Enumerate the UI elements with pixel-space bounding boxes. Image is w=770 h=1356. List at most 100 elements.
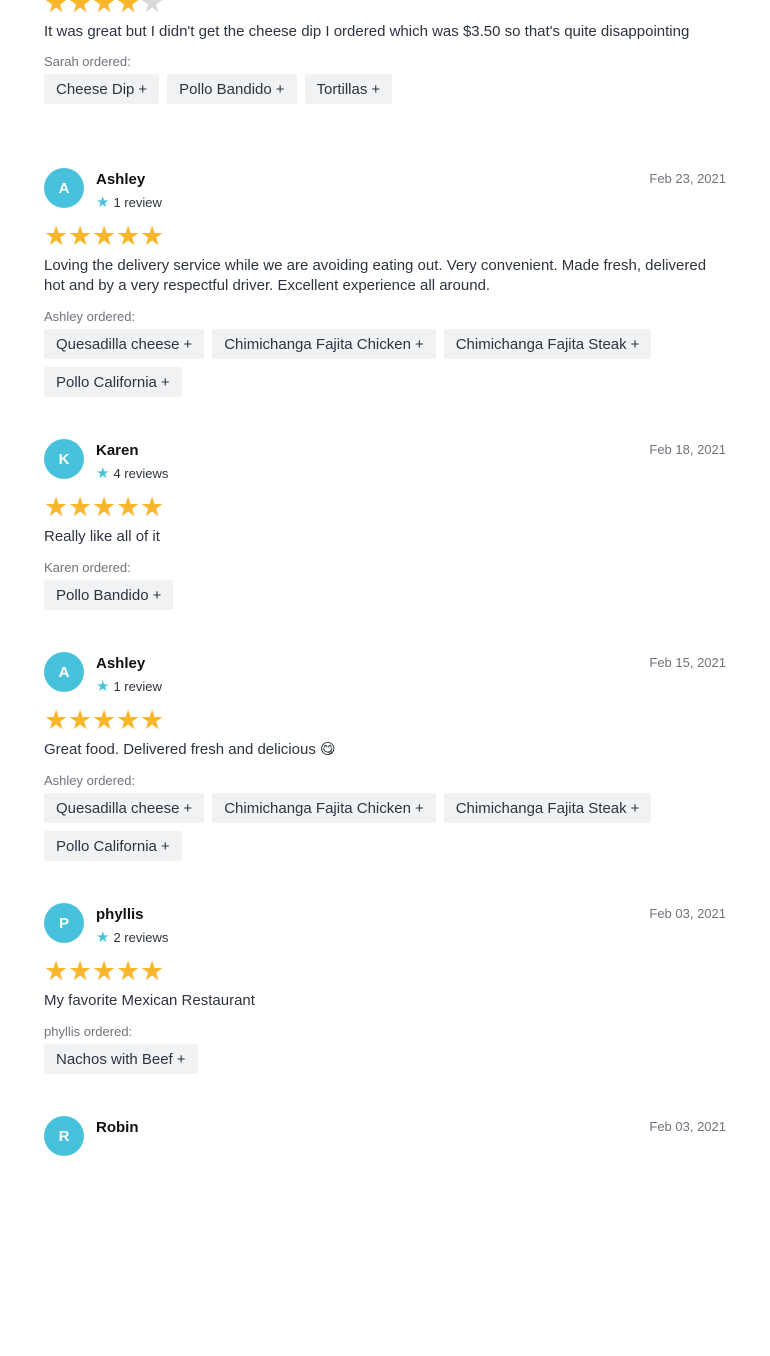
ordered-label: Ashley ordered: [44,773,136,788]
star-icon: ★ [140,0,165,18]
ordered-label: Karen ordered: [44,560,131,575]
add-item-chip[interactable]: Tortillas + [304,74,393,104]
add-item-chip[interactable]: Pollo California + [44,831,182,861]
review-count-text: 4 reviews [113,466,169,481]
plus-icon: + [183,335,193,353]
review-count: ★ 1 review [96,195,162,210]
add-item-chip[interactable]: Chimichanga Fajita Steak + [443,793,652,823]
star-icon: ★ [96,929,110,946]
plus-icon: + [371,80,381,98]
item-label: Pollo California [56,837,157,855]
star-icon: ★ [116,956,141,986]
plus-icon: + [275,80,285,98]
star-icon: ★ [140,705,165,735]
add-item-chip[interactable]: Pollo California + [44,367,182,397]
star-icon: ★ [140,492,165,522]
star-icon: ★ [116,221,141,251]
star-icon: ★ [116,705,141,735]
item-label: Quesadilla cheese [56,799,180,817]
review-date: Feb 03, 2021 [649,1119,726,1134]
star-icon: ★ [92,956,117,986]
star-icon: ★ [68,0,93,18]
add-item-chip[interactable]: Pollo Bandido + [44,580,174,610]
star-icon: ★ [92,0,117,18]
reviewer-name[interactable]: Robin [96,1119,139,1136]
avatar: P [44,903,84,943]
review-card: A Ashley ★ 1 review Feb 23, 2021 ★ ★ ★ ★ ★ Loving … [44,168,726,408]
star-rating: ★ ★ ★ ★ ★ [44,707,164,734]
star-icon: ★ [44,492,69,522]
review-card: R Robin Feb 03, 2021 [44,1116,726,1356]
item-label: Pollo Bandido [179,80,272,98]
star-icon: ★ [44,705,69,735]
review-text: Great food. Delivered fresh and deliciou… [44,741,336,758]
star-icon: ★ [44,0,69,18]
reviewer-name[interactable]: Ashley [96,655,145,672]
star-rating: ★ ★ ★ ★ ★ [44,494,164,521]
star-icon: ★ [44,956,69,986]
star-icon: ★ [96,194,110,211]
star-rating: ★ ★ ★ ★ ★ [44,0,164,17]
plus-icon: + [414,799,424,817]
star-icon: ★ [96,465,110,482]
review-text: Loving the delivery service while we are… [44,257,707,294]
plus-icon: + [160,373,170,391]
add-item-chip[interactable]: Chimichanga Fajita Chicken + [212,329,436,359]
star-icon: ★ [116,0,141,18]
item-label: Nachos with Beef [56,1050,173,1068]
add-item-chip[interactable]: Cheese Dip + [44,74,160,104]
item-label: Chimichanga Fajita Chicken [224,335,411,353]
star-icon: ★ [44,221,69,251]
star-icon: ★ [96,678,110,695]
item-label: Chimichanga Fajita Chicken [224,799,411,817]
star-icon: ★ [68,705,93,735]
add-item-chip[interactable]: Pollo Bandido + [167,74,297,104]
review-date: Feb 18, 2021 [649,442,726,457]
plus-icon: + [183,799,193,817]
plus-icon: + [152,586,162,604]
review-date: Feb 03, 2021 [649,906,726,921]
ordered-items: Quesadilla cheese + Chimichanga Fajita Chi… [44,793,726,861]
star-rating: ★ ★ ★ ★ ★ [44,958,164,985]
plus-icon: + [138,80,148,98]
star-icon: ★ [68,221,93,251]
add-item-chip[interactable]: Chimichanga Fajita Steak + [443,329,652,359]
avatar: A [44,168,84,208]
ordered-items: Quesadilla cheese + Chimichanga Fajita Chi… [44,329,726,397]
review-count-text: 1 review [113,195,162,210]
avatar: K [44,439,84,479]
plus-icon: + [630,335,640,353]
star-icon: ★ [140,956,165,986]
review-text: It was great but I didn't get the cheese… [44,23,690,40]
review-count: ★ 1 review [96,679,162,694]
add-item-chip[interactable]: Quesadilla cheese + [44,329,205,359]
add-item-chip[interactable]: Chimichanga Fajita Chicken + [212,793,436,823]
review-count: ★ 4 reviews [96,466,168,481]
plus-icon: + [414,335,424,353]
plus-icon: + [160,837,170,855]
add-item-chip[interactable]: Nachos with Beef + [44,1044,198,1074]
item-label: Pollo Bandido [56,586,149,604]
ordered-label: phyllis ordered: [44,1024,133,1039]
item-label: Chimichanga Fajita Steak [455,335,627,353]
avatar: R [44,1116,84,1156]
reviewer-name[interactable]: Ashley [96,171,145,188]
item-label: Chimichanga Fajita Steak [455,799,627,817]
ordered-items: Cheese Dip + Pollo Bandido + Tortillas + [44,74,726,104]
reviewer-name[interactable]: Karen [96,442,139,459]
item-label: Quesadilla cheese [56,335,180,353]
star-icon: ★ [92,492,117,522]
review-text: My favorite Mexican Restaurant [44,992,255,1009]
reviewer-name[interactable]: phyllis [96,906,144,923]
review-card: K Karen ★ 4 reviews Feb 18, 2021 ★ ★ ★ ★ ★ Really … [44,439,726,679]
review-text: Really like all of it [44,528,160,545]
ordered-label: Ashley ordered: [44,309,136,324]
avatar: A [44,652,84,692]
review-count-text: 2 reviews [113,930,169,945]
item-label: Tortillas [316,80,368,98]
review-count-text: 1 review [113,679,162,694]
add-item-chip[interactable]: Quesadilla cheese + [44,793,205,823]
star-icon: ★ [140,221,165,251]
plus-icon: + [630,799,640,817]
star-icon: ★ [68,956,93,986]
